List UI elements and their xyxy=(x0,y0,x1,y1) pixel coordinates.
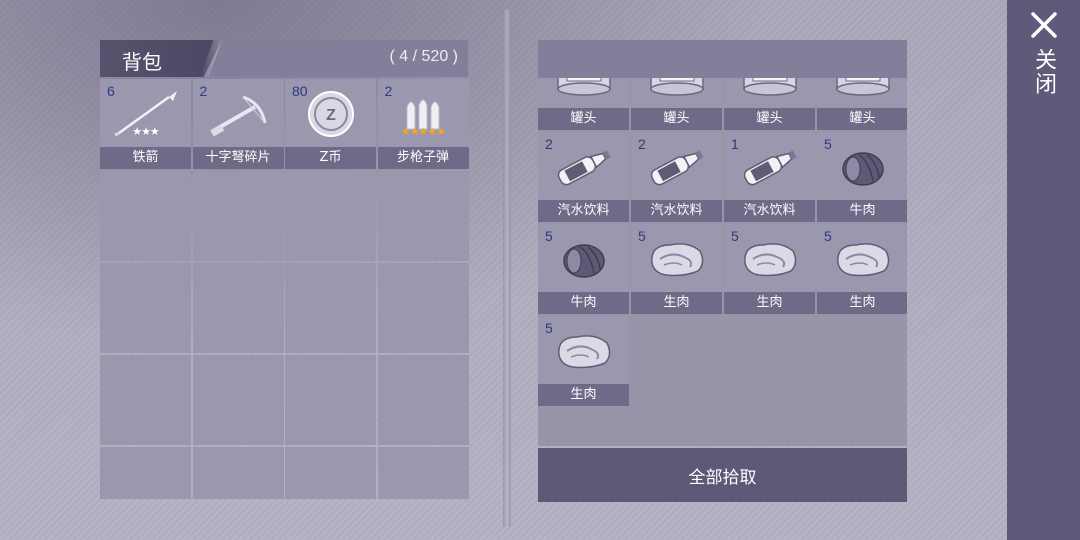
item-label: 牛肉 xyxy=(817,200,907,222)
loot-slot[interactable]: 罐头 xyxy=(724,78,815,130)
pickup-all-button[interactable]: 全部拾取 xyxy=(538,448,907,502)
item-quantity: 5 xyxy=(824,136,832,152)
backpack-capacity: ( 4 / 520 ) xyxy=(389,48,458,65)
loot-slot[interactable]: 罐头 xyxy=(538,78,629,130)
item-quantity: 5 xyxy=(731,228,739,244)
loot-slot[interactable]: 5 牛肉 xyxy=(538,224,629,314)
item-label: 罐头 xyxy=(817,108,907,130)
svg-text:Z: Z xyxy=(326,107,336,124)
backpack-empty-slot[interactable] xyxy=(100,355,191,445)
item-label: 生肉 xyxy=(724,292,815,314)
loot-list[interactable]: 罐头 罐头 罐头 罐头 2 汽水饮料 2 汽水饮料 1 汽水饮料 5 牛肉 5 牛肉 5 生肉 5 生肉 5 生肉 5 生… xyxy=(538,78,907,446)
item-quantity: 1 xyxy=(731,136,739,152)
backpack-empty-slot[interactable] xyxy=(100,263,191,353)
backpack-empty-slot[interactable] xyxy=(377,355,469,445)
item-label: 汽水饮料 xyxy=(631,200,722,222)
canned-food-icon xyxy=(631,78,722,110)
loot-slot[interactable]: 2 汽水饮料 xyxy=(538,132,629,222)
loot-grid: 罐头 罐头 罐头 罐头 2 汽水饮料 2 汽水饮料 1 汽水饮料 5 牛肉 5 牛肉 5 生肉 5 生肉 5 生肉 5 生… xyxy=(538,78,907,406)
backpack-empty-slot[interactable] xyxy=(377,263,469,353)
backpack-empty-slot[interactable] xyxy=(192,263,284,353)
backpack-empty-slot[interactable] xyxy=(285,447,376,499)
canned-food-icon xyxy=(817,78,907,110)
item-quantity: 2 xyxy=(199,83,208,99)
loot-slot[interactable]: 罐头 xyxy=(817,78,907,130)
item-quantity: 2 xyxy=(545,136,553,152)
backpack-empty-slot[interactable] xyxy=(285,355,376,445)
backpack-empty-slot[interactable] xyxy=(377,447,469,499)
backpack-empty-slot[interactable] xyxy=(192,355,284,445)
backpack-slot[interactable]: 6 ★★★ 铁箭 xyxy=(100,79,191,169)
backpack-panel: 背包 ( 4 / 520 ) 6 ★★★ 铁箭 2 十字弩碎片 Z 80 Z币 2 ★★★★★ 步枪… xyxy=(100,40,469,502)
item-quantity: 5 xyxy=(545,320,553,336)
item-label: 步枪子弹 xyxy=(377,147,469,169)
canned-food-icon xyxy=(538,78,629,110)
star-rating-icon: ★★★★★ xyxy=(400,125,446,138)
backpack-slot[interactable]: 2 十字弩碎片 xyxy=(192,79,284,169)
loot-slot[interactable]: 5 生肉 xyxy=(724,224,815,314)
loot-slot[interactable]: 2 汽水饮料 xyxy=(631,132,722,222)
item-label: 铁箭 xyxy=(100,147,191,169)
panel-divider xyxy=(503,10,511,527)
item-quantity: 5 xyxy=(824,228,832,244)
loot-slot[interactable]: 5 生肉 xyxy=(817,224,907,314)
close-label[interactable]: 关闭 xyxy=(1029,48,1059,96)
loot-slot[interactable]: 5 生肉 xyxy=(538,316,629,406)
backpack-empty-slot[interactable] xyxy=(100,171,191,261)
close-icon[interactable] xyxy=(1029,10,1059,40)
backpack-title: 背包 xyxy=(122,50,162,74)
backpack-slot[interactable]: Z 80 Z币 xyxy=(285,79,376,169)
item-label: 十字弩碎片 xyxy=(192,147,284,169)
backpack-header: 背包 ( 4 / 520 ) xyxy=(100,40,468,77)
loot-panel: 罐头 罐头 罐头 罐头 2 汽水饮料 2 汽水饮料 1 汽水饮料 5 牛肉 5 牛肉 5 生肉 5 生肉 5 生肉 5 生… xyxy=(538,40,907,502)
backpack-slot[interactable]: 2 ★★★★★ 步枪子弹 xyxy=(377,79,469,169)
loot-header xyxy=(538,40,907,78)
loot-slot[interactable]: 5 牛肉 xyxy=(817,132,907,222)
loot-slot[interactable]: 1 汽水饮料 xyxy=(724,132,815,222)
item-label: 罐头 xyxy=(724,108,815,130)
item-label: 罐头 xyxy=(631,108,722,130)
item-label: 罐头 xyxy=(538,108,629,130)
item-label: 汽水饮料 xyxy=(538,200,629,222)
backpack-empty-slot[interactable] xyxy=(285,171,376,261)
loot-slot[interactable]: 罐头 xyxy=(631,78,722,130)
loot-slot[interactable]: 5 生肉 xyxy=(631,224,722,314)
item-label: 牛肉 xyxy=(538,292,629,314)
item-label: Z币 xyxy=(285,147,376,169)
canned-food-icon xyxy=(724,78,815,110)
item-quantity: 80 xyxy=(292,83,308,99)
item-label: 生肉 xyxy=(817,292,907,314)
item-label: 生肉 xyxy=(631,292,722,314)
backpack-grid: 6 ★★★ 铁箭 2 十字弩碎片 Z 80 Z币 2 ★★★★★ 步枪子弹 xyxy=(100,79,469,499)
backpack-empty-slot[interactable] xyxy=(377,171,469,261)
star-rating-icon: ★★★ xyxy=(132,125,160,138)
item-quantity: 5 xyxy=(638,228,646,244)
close-bar[interactable]: 关闭 xyxy=(1007,0,1080,540)
backpack-empty-slot[interactable] xyxy=(100,447,191,499)
item-label: 生肉 xyxy=(538,384,629,406)
backpack-empty-slot[interactable] xyxy=(192,171,284,261)
item-quantity: 5 xyxy=(545,228,553,244)
item-label: 汽水饮料 xyxy=(724,200,815,222)
backpack-empty-slot[interactable] xyxy=(285,263,376,353)
backpack-empty-slot[interactable] xyxy=(192,447,284,499)
item-quantity: 2 xyxy=(638,136,646,152)
item-quantity: 2 xyxy=(384,83,393,99)
item-quantity: 6 xyxy=(107,83,115,99)
